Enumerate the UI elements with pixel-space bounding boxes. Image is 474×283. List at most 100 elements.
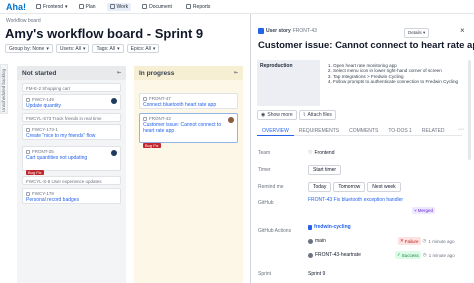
checkbox[interactable] (26, 127, 30, 132)
status-dot (111, 150, 117, 156)
details-button[interactable]: Details ▾ (404, 28, 430, 38)
card[interactable]: FRONT-25 Cart quantities not updating Bu… (22, 146, 121, 175)
action-run-main-status: ✕ Failure ◷ 1 minute ago (398, 237, 455, 245)
card[interactable]: FWCY-178 Personal record badges (22, 188, 121, 204)
github-pr-link[interactable]: FRONT-43 Fix bluetooth exception handler (308, 197, 403, 203)
plan-icon (78, 4, 84, 9)
tab-related[interactable]: RELATED (417, 126, 450, 136)
page-title: Amy's workflow board - Sprint 9 (5, 26, 204, 41)
card[interactable]: FWCY-173-1 Create "nice to my friends" f… (22, 124, 121, 140)
card-key: FRONT-47 (149, 96, 171, 101)
workspace-selector[interactable]: Frontend ▾ (36, 4, 68, 10)
tab-todos[interactable]: TO-DOS 1 (383, 126, 417, 136)
document-icon (142, 4, 148, 9)
card[interactable]: FRONT-47 Connect bluetooth heart rate ap… (139, 93, 238, 109)
column-title: Not started (22, 69, 57, 77)
card-key: FWCYL-S73 Track friends in real time (26, 116, 102, 121)
checkbox[interactable] (26, 191, 30, 196)
tab-overview[interactable]: OVERVIEW (257, 126, 294, 136)
card-title[interactable]: Update quantity (26, 103, 117, 109)
nav-work[interactable]: Work (106, 2, 132, 11)
step-item: Select menu icon in lower right-hand cor… (333, 68, 459, 73)
repo-icon (308, 224, 312, 230)
sprint-label: Sprint (258, 271, 272, 277)
show-more-button[interactable]: ◉ Show more (257, 110, 297, 120)
card-title[interactable]: Cart quantities not updating (26, 155, 117, 161)
card-title[interactable]: Connect bluetooth heart rate app (143, 102, 234, 108)
description-table[interactable]: Reproduction Open heart rate monitoring … (257, 60, 462, 106)
collapse-icon[interactable]: ⇤ (117, 70, 123, 76)
actions-repo[interactable]: fredwin-cycling (308, 224, 351, 230)
nav-label: Plan (85, 3, 96, 10)
tab-requirements[interactable]: REQUIREMENTS (294, 126, 344, 136)
avatar (228, 117, 234, 123)
card-title[interactable]: Create "nice to my friends" flow (26, 133, 117, 139)
tags-filter[interactable]: Tags: All ▾ (92, 44, 124, 53)
action-run-main[interactable]: main (308, 238, 326, 244)
github-icon (308, 252, 313, 258)
remind-next-week-button[interactable]: Next week (367, 182, 401, 192)
chevron-down-icon: ▾ (46, 45, 49, 52)
card-key: FWCY-173-1 (32, 127, 58, 132)
close-icon[interactable]: × (460, 26, 465, 35)
epic-row[interactable]: FM-E-2 Shopping cart (22, 83, 121, 92)
column-header: Not started ⇤ (17, 66, 126, 80)
sprint-value[interactable]: Sprint 9 (308, 271, 325, 277)
chevron-down-icon: ▾ (65, 3, 68, 10)
checkbox[interactable] (143, 96, 147, 101)
github-icon (308, 238, 313, 244)
run-time: 1 minute ago (428, 238, 455, 244)
epic-row[interactable]: FWCYL-S73 Track friends in real time (22, 113, 121, 122)
timer-label: Timer (258, 167, 271, 173)
record-title[interactable]: Customer issue: Cannot connect to heart … (258, 40, 474, 51)
chevron-down-icon: ▾ (117, 45, 120, 52)
remind-today-button[interactable]: Today (308, 182, 332, 192)
actions-label: GitHub Actions (258, 228, 292, 234)
card-title[interactable]: Customer issue: Cannot connect to heart … (143, 122, 228, 134)
nav-reports[interactable]: Reports (183, 3, 214, 11)
status-label: Success (401, 252, 419, 258)
card-key: FWCY-178 (32, 191, 54, 196)
chevron-down-icon: ▾ (152, 45, 156, 52)
checkbox[interactable] (143, 116, 147, 121)
checkbox[interactable] (26, 149, 30, 154)
clock-icon: ◷ (422, 238, 427, 243)
description-body: Open heart rate monitoring app Select me… (320, 60, 462, 106)
team-label: Team (258, 150, 271, 156)
record-type: User story (266, 28, 291, 34)
team-value[interactable]: ♡ Frontend (308, 150, 335, 156)
nav-document[interactable]: Document (139, 3, 175, 11)
breadcrumb[interactable]: Workflow board (6, 18, 41, 24)
epics-filter[interactable]: Epics: All ▾ (126, 44, 160, 53)
record-key[interactable]: FRONT-43 (293, 28, 317, 34)
card-key: FRONT-43 (149, 116, 171, 121)
card-selected[interactable]: FRONT-43 Customer issue: Cannot connect … (139, 113, 238, 148)
scrollbar[interactable] (468, 60, 471, 160)
filter-label: Users: All (59, 45, 81, 52)
remind-tomorrow-button[interactable]: Tomorrow (333, 182, 366, 192)
epic-row[interactable]: FWCYL-S-8 User experience updates (22, 176, 121, 185)
start-timer-button[interactable]: Start timer (308, 165, 342, 175)
workspace-icon (36, 4, 41, 9)
users-filter[interactable]: Users: All ▾ (55, 44, 90, 53)
checkbox[interactable] (26, 97, 30, 102)
action-run-branch[interactable]: FRONT-43-heartrate (308, 252, 361, 258)
attach-files-button[interactable]: ⌇ Attach files (299, 110, 336, 120)
nav-plan[interactable]: Plan (76, 3, 99, 11)
more-tabs-icon[interactable]: ⋯ (458, 126, 464, 133)
group-by-filter[interactable]: Group by: None ▾ (5, 44, 53, 53)
merged-label: Merged (417, 208, 433, 213)
failure-badge: ✕ Failure (398, 237, 421, 245)
nav-label: Document (149, 3, 172, 10)
detail-tabs: OVERVIEW REQUIREMENTS COMMENTS TO-DOS 1 … (257, 126, 462, 136)
card-title[interactable]: Personal record badges (26, 197, 117, 203)
action-run-branch-status: ✓ Success ◷ 1 minute ago (395, 251, 455, 259)
backlog-sidebar-toggle[interactable]: Unscheduled backlog (0, 64, 8, 114)
card[interactable]: FWCY-149 Update quantity (22, 94, 121, 110)
collapse-icon[interactable]: ⇤ (234, 70, 240, 76)
eye-icon: ◉ (261, 112, 266, 118)
tab-comments[interactable]: COMMENTS (344, 126, 383, 136)
record-header: User story FRONT-43 (258, 28, 317, 34)
aha-logo[interactable]: Aha! (6, 2, 30, 12)
github-pr[interactable]: FRONT-43 Fix bluetooth exception handler (308, 197, 403, 203)
